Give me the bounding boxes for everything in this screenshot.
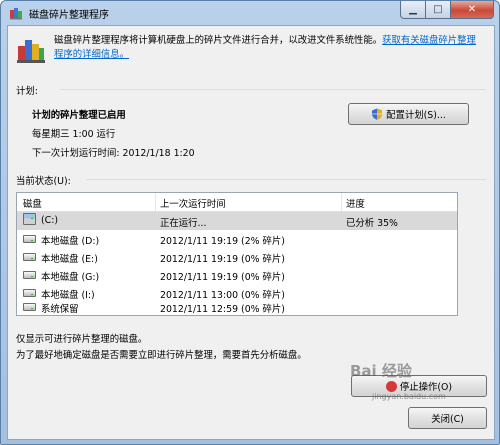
minimize-button[interactable]: ▁	[400, 1, 426, 19]
current-status-label: 当前状态(U):	[16, 176, 71, 187]
hard-drive-icon	[23, 289, 36, 297]
column-header-last-run[interactable]: 上一次运行时间	[160, 196, 226, 210]
close-button[interactable]: 关闭(C)	[408, 407, 487, 429]
disk-list-header: 磁盘 上一次运行时间 进度	[17, 193, 457, 212]
disk-last-run: 2012/1/11 19:19 (2% 碎片)	[160, 236, 285, 247]
maximize-icon: □	[433, 4, 443, 15]
close-icon: ✕	[467, 4, 477, 15]
configure-schedule-button[interactable]: 配置计划(S)...	[348, 103, 469, 125]
column-header-disk[interactable]: 磁盘	[23, 196, 42, 210]
defrag-app-icon	[10, 8, 22, 20]
system-drive-icon	[23, 213, 36, 225]
disk-name: 本地磁盘 (G:)	[41, 272, 100, 283]
schedule-section-label: 计划:	[16, 86, 38, 97]
disk-row-e[interactable]: 本地磁盘 (E:) 2012/1/11 19:19 (0% 碎片)	[17, 248, 457, 266]
maximize-button[interactable]: □	[426, 1, 451, 19]
note-analyze-first: 为了最好地确定磁盘是否需要立即进行碎片整理，需要首先分析磁盘。	[16, 350, 307, 361]
note-defraggable-only: 仅显示可进行碎片整理的磁盘。	[16, 334, 148, 345]
hard-drive-icon	[23, 271, 36, 279]
disk-name: 本地磁盘 (E:)	[41, 254, 98, 265]
disk-row-system-reserved[interactable]: 系统保留 2012/1/11 12:59 (0% 碎片)	[17, 298, 457, 316]
title-bar[interactable]: 磁盘碎片整理程序 ▁ □ ✕	[1, 1, 499, 25]
status-separator	[86, 179, 486, 180]
disk-name: 系统保留	[41, 304, 79, 315]
schedule-status: 计划的碎片整理已启用	[32, 110, 126, 121]
disk-row-g[interactable]: 本地磁盘 (G:) 2012/1/11 19:19 (0% 碎片)	[17, 266, 457, 284]
close-button-label: 关闭(C)	[431, 414, 464, 425]
disk-name: 本地磁盘 (D:)	[41, 236, 100, 247]
disk-list[interactable]: 磁盘 上一次运行时间 进度 (C:) 正在运行... 已分析 35% 本地磁盘 …	[16, 192, 458, 316]
disk-progress: 已分析 35%	[346, 218, 398, 229]
schedule-run-time: 每星期三 1:00 运行	[32, 129, 116, 140]
defrag-large-icon	[17, 40, 45, 63]
disk-row-d[interactable]: 本地磁盘 (D:) 2012/1/11 19:19 (2% 碎片)	[17, 230, 457, 248]
column-divider[interactable]	[341, 193, 342, 211]
minimize-icon: ▁	[409, 4, 417, 15]
column-divider[interactable]	[155, 193, 156, 211]
window-title: 磁盘碎片整理程序	[29, 10, 109, 21]
disk-last-run: 2012/1/11 12:59 (0% 碎片)	[160, 304, 285, 315]
column-header-progress[interactable]: 进度	[346, 196, 365, 210]
disk-row-c[interactable]: (C:) 正在运行... 已分析 35%	[17, 212, 457, 230]
intro-text: 磁盘碎片整理程序将计算机硬盘上的碎片文件进行合并，以改进文件系统性能。获取有关磁…	[54, 34, 484, 62]
schedule-next-run: 下一次计划运行时间: 2012/1/18 1:20	[32, 148, 195, 159]
schedule-separator	[60, 89, 486, 90]
caption-buttons: ▁ □ ✕	[400, 1, 494, 19]
hard-drive-icon	[23, 235, 36, 243]
watermark-url: jingyan.baidu.com	[372, 392, 446, 401]
disk-last-run: 2012/1/11 19:19 (0% 碎片)	[160, 254, 285, 265]
uac-shield-icon	[372, 108, 383, 120]
disk-last-run: 2012/1/11 19:19 (0% 碎片)	[160, 272, 285, 283]
intro-description: 磁盘碎片整理程序将计算机硬盘上的碎片文件进行合并，以改进文件系统性能。	[54, 35, 383, 46]
configure-schedule-label: 配置计划(S)...	[386, 110, 446, 121]
close-window-button[interactable]: ✕	[451, 1, 494, 19]
hard-drive-icon	[23, 303, 36, 311]
hard-drive-icon	[23, 253, 36, 261]
disk-name: (C:)	[41, 215, 59, 226]
disk-last-run: 正在运行...	[160, 218, 207, 229]
